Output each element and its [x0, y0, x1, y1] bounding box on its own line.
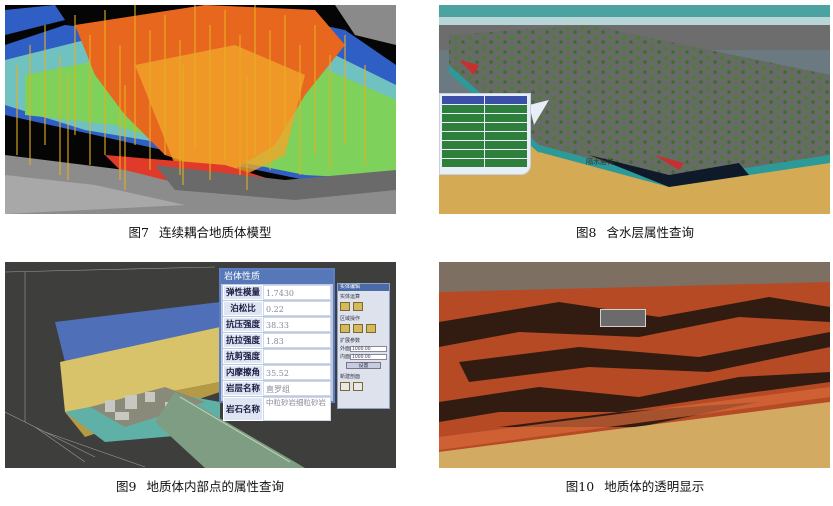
panel-title: 岩体性质 — [221, 270, 333, 284]
region-icon[interactable] — [366, 324, 376, 333]
figure-7-caption: 图7 连续耦合地质体模型 — [128, 225, 272, 240]
property-value[interactable]: 1.7430 — [263, 285, 331, 300]
property-value[interactable] — [263, 349, 331, 364]
property-label: 抗剪强度 — [223, 349, 263, 364]
edit-tool-panel: 实体编辑 实体运算 区域操作 扩展参数 外面 1000.00 内面 1000.00 … — [337, 283, 390, 409]
outer-input[interactable]: 1000.00 — [350, 345, 387, 352]
region-icon[interactable] — [340, 324, 350, 333]
property-value[interactable]: 35.52 — [263, 365, 331, 380]
section-label: 新建剖面 — [340, 374, 361, 380]
property-row: 岩石名称 中粒砂岩细粒砂岩 — [223, 397, 331, 421]
figure-7-image — [5, 5, 396, 214]
inner-input[interactable]: 1000.00 — [350, 353, 387, 360]
profile-icon[interactable] — [340, 382, 350, 391]
property-row: 弹性模量 1.7430 — [223, 285, 331, 300]
property-label: 弹性模量 — [223, 285, 263, 300]
property-label: 抗拉强度 — [223, 333, 263, 348]
property-row: 抗拉强度 1.83 — [223, 333, 331, 348]
figure-9-image: 岩体性质 弹性模量 1.7430 泊松比 0.22 抗压强度 38.33 抗拉强度 1.… — [5, 262, 396, 468]
property-label: 抗压强度 — [223, 317, 263, 332]
aquitard-label: 隔水层体 — [586, 158, 614, 166]
property-label: 岩石名称 — [223, 397, 263, 421]
tool-panel-title: 实体编辑 — [338, 284, 389, 291]
field-label: 内面 — [340, 354, 351, 360]
property-value[interactable]: 0.22 — [263, 301, 331, 316]
figure-9-caption: 图9 地质体内部点的属性查询 — [116, 479, 284, 494]
property-label: 泊松比 — [223, 301, 263, 316]
operation-icon[interactable] — [353, 302, 363, 311]
region-icon[interactable] — [353, 324, 363, 333]
transparent-building-model — [600, 309, 646, 327]
property-row: 抗压强度 38.33 — [223, 317, 331, 332]
property-value[interactable]: 直罗组 — [263, 381, 331, 396]
set-button[interactable]: 设置 — [346, 362, 381, 369]
operation-icon[interactable] — [340, 302, 350, 311]
section-label: 实体运算 — [340, 294, 361, 300]
property-row: 泊松比 0.22 — [223, 301, 331, 316]
figure-10-image — [439, 262, 830, 468]
aquifer-property-table — [439, 93, 531, 175]
figure-10-caption: 图10 地质体的透明显示 — [565, 479, 705, 494]
figure-8-caption: 图8 含水层属性查询 — [576, 225, 694, 240]
figure-8-image: 隔水层体 — [439, 5, 830, 214]
rock-property-panel: 岩体性质 弹性模量 1.7430 泊松比 0.22 抗压强度 38.33 抗拉强度 1.… — [219, 268, 335, 421]
property-row: 抗剪强度 — [223, 349, 331, 364]
property-value[interactable]: 1.83 — [263, 333, 331, 348]
profile-icon[interactable] — [353, 382, 363, 391]
property-value[interactable]: 中粒砂岩细粒砂岩 — [263, 397, 331, 421]
field-label: 外面 — [340, 346, 351, 352]
section-label: 扩展参数 — [340, 338, 361, 344]
property-label: 岩层名称 — [223, 381, 263, 396]
property-row: 内摩擦角 35.52 — [223, 365, 331, 380]
property-row: 岩层名称 直罗组 — [223, 381, 331, 396]
property-value[interactable]: 38.33 — [263, 317, 331, 332]
section-label: 区域操作 — [340, 316, 361, 322]
property-label: 内摩擦角 — [223, 365, 263, 380]
